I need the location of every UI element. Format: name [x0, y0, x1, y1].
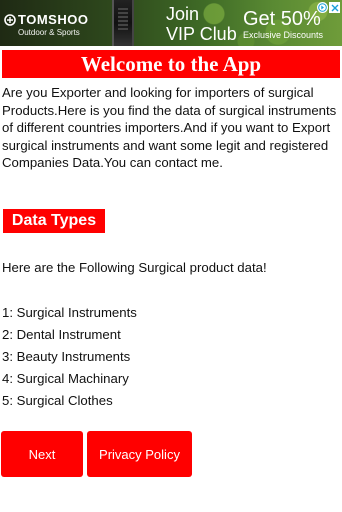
- app-screen: TOMSHOO Outdoor & Sports Join VIP Club G…: [0, 0, 342, 512]
- list-item: 3: Beauty Instruments: [2, 349, 131, 364]
- ad-promo-discount: Get 50%: [243, 8, 321, 30]
- page-title-bar: Welcome to the App: [2, 50, 340, 78]
- ad-promo-subtext: Exclusive Discounts: [243, 30, 324, 40]
- ad-product-image: [112, 0, 134, 46]
- page-title: Welcome to the App: [80, 51, 262, 76]
- section-subtext: Here are the Following Surgical product …: [2, 260, 267, 275]
- ad-brand-tagline: Outdoor & Sports: [18, 28, 80, 37]
- ad-brand-name: TOMSHOO: [18, 12, 89, 27]
- close-x-icon: [331, 4, 338, 11]
- privacy-policy-button[interactable]: Privacy Policy: [87, 431, 192, 477]
- product-list: 1: Surgical Instruments 2: Dental Instru…: [2, 302, 137, 412]
- section-label: Data Types: [3, 209, 105, 233]
- ad-headline-line1: Join: [166, 4, 200, 24]
- ad-brand: TOMSHOO Outdoor & Sports: [4, 12, 96, 37]
- list-item: 2: Dental Instrument: [2, 327, 121, 342]
- list-item: 5: Surgical Clothes: [2, 393, 113, 408]
- intro-paragraph: Are you Exporter and looking for importe…: [2, 85, 337, 170]
- ad-headline-line2: VIP Club: [166, 24, 237, 44]
- ad-promo: Get 50% Exclusive Discounts: [243, 8, 323, 40]
- ad-brand-name-row: TOMSHOO: [4, 12, 96, 27]
- tomshoo-logo-icon: [4, 13, 16, 26]
- close-icon[interactable]: [329, 2, 340, 13]
- ad-banner[interactable]: TOMSHOO Outdoor & Sports Join VIP Club G…: [0, 0, 342, 46]
- adchoices-icon[interactable]: [317, 2, 328, 13]
- next-button[interactable]: Next: [1, 431, 83, 477]
- adchoices-glyph-icon: [318, 3, 327, 12]
- ad-headline: Join VIP Club: [166, 4, 237, 44]
- list-item: 1: Surgical Instruments: [2, 305, 137, 320]
- list-item: 4: Surgical Machinary: [2, 371, 129, 386]
